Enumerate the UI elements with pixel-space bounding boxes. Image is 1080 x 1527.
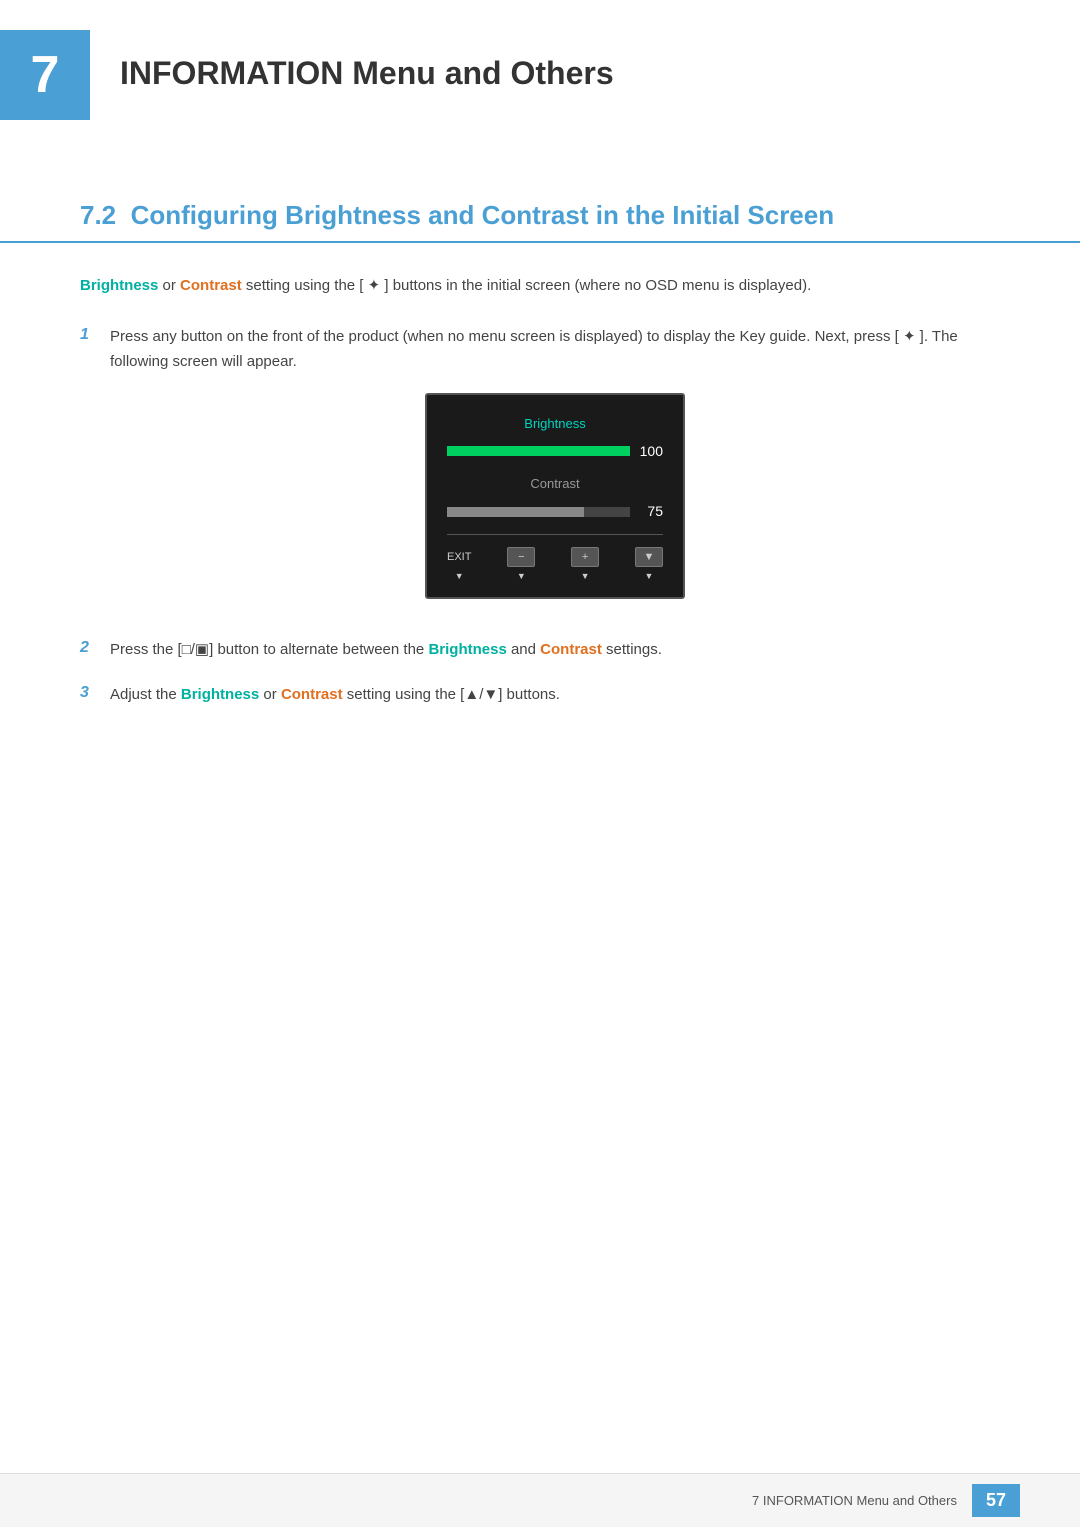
footer-page-number: 57 (972, 1484, 1020, 1517)
osd-contrast-label: Contrast (447, 473, 663, 495)
osd-btn2-arrow: ▼ (581, 569, 590, 584)
osd-contrast-row: Contrast 75 (447, 473, 663, 524)
step-1: 1 Press any button on the front of the p… (80, 324, 1000, 617)
osd-btn1-arrow: ▼ (517, 569, 526, 584)
osd-btn3-col: ▼ ▼ (635, 547, 663, 584)
osd-exit-arrow: ▼ (455, 569, 464, 584)
step-number-3: 3 (80, 682, 110, 702)
osd-brightness-bar-container: 100 (447, 440, 663, 464)
osd-btn2-col: + ▼ (571, 547, 599, 584)
osd-contrast-bar-fill (447, 507, 584, 517)
chapter-header: 7 INFORMATION Menu and Others (0, 0, 1080, 140)
page-footer: 7 INFORMATION Menu and Others 57 (0, 1473, 1080, 1527)
osd-brightness-bar-bg (447, 446, 630, 456)
step-number-1: 1 (80, 324, 110, 344)
step-2-text: Press the [□/▣] button to alternate betw… (110, 637, 1000, 663)
brightness-highlight: Brightness (80, 277, 158, 294)
osd-brightness-label: Brightness (447, 413, 663, 435)
step-1-text: Press any button on the front of the pro… (110, 324, 1000, 617)
osd-contrast-bar-bg (447, 507, 630, 517)
section-heading: 7.2 Configuring Brightness and Contrast … (0, 160, 1080, 243)
step3-contrast-highlight: Contrast (281, 686, 343, 703)
content-area: Brightness or Contrast setting using the… (0, 273, 1080, 708)
step3-brightness-highlight: Brightness (181, 686, 259, 703)
step-3: 3 Adjust the Brightness or Contrast sett… (80, 682, 1000, 708)
step-3-text: Adjust the Brightness or Contrast settin… (110, 682, 1000, 708)
osd-screen: Brightness 100 Contrast (425, 393, 685, 599)
osd-exit-col: EXIT ▼ (447, 548, 471, 584)
step2-contrast-highlight: Contrast (540, 641, 602, 658)
chapter-title: INFORMATION Menu and Others (90, 30, 614, 92)
osd-btn3: ▼ (635, 547, 663, 567)
step-2: 2 Press the [□/▣] button to alternate be… (80, 637, 1000, 663)
osd-contrast-value: 75 (638, 500, 663, 524)
osd-divider (447, 534, 663, 535)
osd-btn1: − (507, 547, 535, 567)
step2-brightness-highlight: Brightness (428, 641, 506, 658)
osd-contrast-bar-container: 75 (447, 500, 663, 524)
chapter-number-box: 7 (0, 30, 90, 120)
osd-btn3-arrow: ▼ (645, 569, 654, 584)
osd-bottom-bar: EXIT ▼ − ▼ + ▼ (447, 543, 663, 584)
osd-btn2: + (571, 547, 599, 567)
osd-exit-label: EXIT (447, 548, 471, 567)
osd-btn1-col: − ▼ (507, 547, 535, 584)
chapter-number: 7 (31, 45, 60, 105)
step-number-2: 2 (80, 637, 110, 657)
osd-brightness-bar-fill (447, 446, 630, 456)
section-title: 7.2 Configuring Brightness and Contrast … (80, 200, 1000, 231)
contrast-highlight: Contrast (180, 277, 242, 294)
osd-brightness-row: Brightness 100 (447, 413, 663, 464)
footer-section-label: 7 INFORMATION Menu and Others (752, 1493, 957, 1508)
osd-brightness-value: 100 (638, 440, 663, 464)
intro-paragraph: Brightness or Contrast setting using the… (80, 273, 1000, 299)
